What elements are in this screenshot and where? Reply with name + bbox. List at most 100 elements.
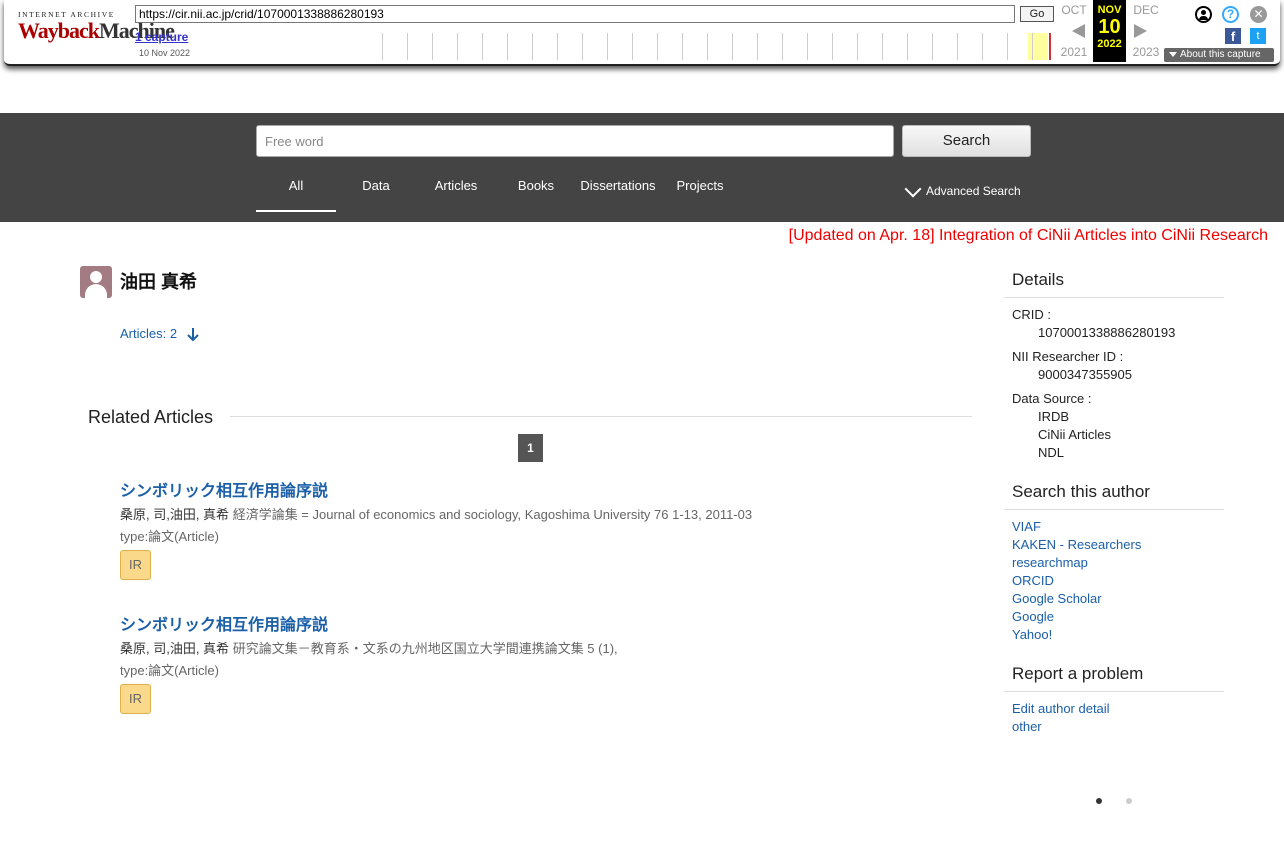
sparkline-tick (857, 33, 858, 60)
article-source: 研究論文集－教育系・文系の九州地区国立大学間連携論文集 5 (1), (232, 641, 618, 656)
sparkline-tick (782, 33, 783, 60)
twitter-icon[interactable]: t (1250, 28, 1266, 44)
article-authors: 桑原, 司,油田, 真希 (120, 507, 230, 522)
page-title: 油田 真希 (120, 272, 198, 292)
crid-label: CRID : (1012, 307, 1051, 322)
article-source: 経済学論集 = Journal of economics and sociolo… (232, 507, 753, 522)
wayback-sparkline[interactable] (378, 33, 1052, 60)
sparkline-tick (707, 33, 708, 60)
ir-badge[interactable]: IR (120, 684, 151, 714)
sparkline-tick (807, 33, 808, 60)
ir-badge[interactable]: IR (120, 550, 151, 580)
prev-month[interactable]: OCT (1059, 3, 1089, 17)
data-source-item: NDL (1038, 445, 1065, 460)
crid-value: 1070001338886280193 (1038, 325, 1176, 340)
sparkline-tick (532, 33, 533, 60)
other-link[interactable]: other (1012, 719, 1042, 734)
related-articles-heading: Related Articles (88, 407, 214, 427)
sparkline-tick (382, 33, 383, 60)
report-heading: Report a problem (1012, 664, 1144, 683)
kaken-link[interactable]: KAKEN - Researchers (1012, 537, 1141, 552)
sparkline-tick (757, 33, 758, 60)
prev-arrow-icon[interactable] (1072, 24, 1085, 38)
data-source-label: Data Source : (1012, 391, 1092, 406)
article-meta: 桑原, 司,油田, 真希 経済学論集 = Journal of economic… (120, 504, 752, 523)
nii-researcher-id-label: NII Researcher ID : (1012, 349, 1124, 364)
sparkline-tick (557, 33, 558, 60)
tab-projects[interactable]: Projects (660, 178, 740, 193)
pagination-page-1[interactable]: 1 (518, 434, 543, 462)
chevron-down-icon[interactable] (904, 180, 922, 198)
current-day: 10 (1098, 16, 1121, 38)
active-tab-indicator (256, 210, 336, 212)
tab-data[interactable]: Data (336, 178, 416, 193)
sparkline-tick (432, 33, 433, 60)
sparkline-tick (907, 33, 908, 60)
advanced-search-link[interactable]: Advanced Search (926, 184, 1021, 198)
sparkline-tick (482, 33, 483, 60)
articles-count-link[interactable]: Articles: 2 (120, 326, 177, 341)
viaf-link[interactable]: VIAF (1012, 519, 1041, 534)
sparkline-tick (957, 33, 958, 60)
divider (1004, 509, 1224, 510)
researchmap-link[interactable]: researchmap (1012, 555, 1088, 570)
carousel-dot[interactable] (1126, 798, 1132, 804)
close-icon[interactable]: ✕ (1250, 6, 1267, 23)
sparkline-tick (457, 33, 458, 60)
search-button[interactable]: Search (902, 125, 1031, 157)
tab-dissertations[interactable]: Dissertations (576, 178, 660, 193)
carousel-dot-active[interactable] (1096, 798, 1102, 804)
wayback-url-input[interactable] (135, 5, 1015, 23)
yahoo-link[interactable]: Yahoo! (1012, 627, 1052, 642)
prev-year[interactable]: 2021 (1059, 45, 1089, 59)
wayback-capture-date: 10 Nov 2022 (139, 48, 191, 58)
article-authors: 桑原, 司,油田, 真希 (120, 641, 230, 656)
article-title-link[interactable]: シンボリック相互作用論序説 (120, 611, 328, 635)
next-month[interactable]: DEC (1131, 3, 1161, 17)
article-meta: 桑原, 司,油田, 真希 研究論文集－教育系・文系の九州地区国立大学間連携論文集… (120, 638, 618, 657)
sparkline-tick (1032, 33, 1033, 60)
current-capture-date: NOV 10 2022 (1093, 0, 1126, 62)
article-type: type:論文(Article) (120, 529, 219, 544)
update-notice[interactable]: [Updated on Apr. 18] Integration of CiNi… (789, 227, 1268, 245)
facebook-icon[interactable]: f (1225, 28, 1241, 44)
sparkline-tick (832, 33, 833, 60)
help-icon[interactable]: ? (1222, 6, 1239, 23)
article-title-link[interactable]: シンボリック相互作用論序説 (120, 477, 328, 501)
divider (1004, 691, 1224, 692)
wayback-logo-main: WaybackMachine (18, 19, 175, 43)
wayback-toolbar: INTERNET ARCHIVE WaybackMachine Go 1 cap… (4, 0, 1280, 66)
wayback-go-button[interactable]: Go (1020, 6, 1054, 22)
edit-author-link[interactable]: Edit author detail (1012, 701, 1110, 716)
search-input[interactable] (256, 125, 894, 157)
wayback-logo[interactable]: INTERNET ARCHIVE WaybackMachine (18, 10, 175, 52)
tab-books[interactable]: Books (496, 178, 576, 193)
search-author-heading: Search this author (1012, 482, 1150, 501)
sparkline-tick (982, 33, 983, 60)
wayback-captures-link[interactable]: 1 capture (135, 30, 188, 44)
sparkline-tick (582, 33, 583, 60)
sparkline-tick (882, 33, 883, 60)
sparkline-tick (657, 33, 658, 60)
divider (230, 416, 972, 417)
article-type: type:論文(Article) (120, 663, 219, 678)
data-source-item: CiNii Articles (1038, 427, 1111, 442)
tab-all[interactable]: All (256, 178, 336, 193)
orcid-link[interactable]: ORCID (1012, 573, 1054, 588)
sparkline-capture-marker (1049, 33, 1051, 60)
arrow-down-icon[interactable] (186, 326, 200, 342)
google-scholar-link[interactable]: Google Scholar (1012, 591, 1102, 606)
sparkline-tick (632, 33, 633, 60)
sparkline-tick (682, 33, 683, 60)
data-source-item: IRDB (1038, 409, 1070, 424)
google-link[interactable]: Google (1012, 609, 1054, 624)
sparkline-highlight (1028, 33, 1048, 60)
tab-articles[interactable]: Articles (416, 178, 496, 193)
nii-researcher-id-value: 9000347355905 (1038, 367, 1132, 382)
user-icon[interactable] (1195, 6, 1212, 23)
about-capture-button[interactable]: About this capture (1164, 48, 1274, 62)
next-year[interactable]: 2023 (1131, 45, 1161, 59)
current-year: 2022 (1097, 38, 1122, 50)
sparkline-tick (607, 33, 608, 60)
next-arrow-icon[interactable] (1134, 24, 1147, 38)
